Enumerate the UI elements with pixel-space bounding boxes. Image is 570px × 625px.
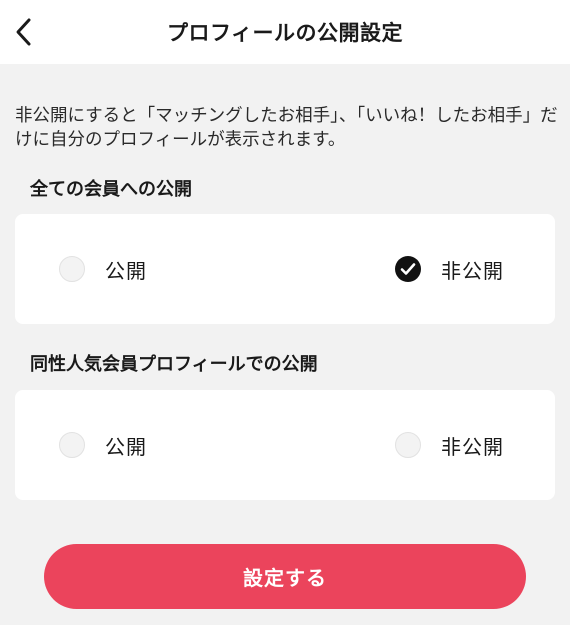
radio-unchecked-icon[interactable] [59,256,85,282]
option-public-same-sex-popular[interactable]: 公開 [59,390,147,500]
submit-settings-button[interactable]: 設定する [44,544,526,609]
option-label: 非公開 [441,258,504,283]
section-title-all-members: 全ての会員への公開 [30,179,192,200]
radio-unchecked-icon[interactable] [395,432,421,458]
option-private-all-members[interactable]: 非公開 [395,214,504,324]
header: プロフィールの公開設定 [0,0,570,64]
checkmark-icon [400,263,416,275]
option-public-all-members[interactable]: 公開 [59,214,147,324]
option-private-same-sex-popular[interactable]: 非公開 [395,390,504,500]
page-title: プロフィールの公開設定 [166,21,404,45]
visibility-card-all-members: 公開 非公開 [15,214,555,324]
option-label: 公開 [105,434,147,459]
option-label: 公開 [105,258,147,283]
option-label: 非公開 [441,434,504,459]
visibility-card-same-sex-popular: 公開 非公開 [15,390,555,500]
radio-unchecked-icon[interactable] [59,432,85,458]
radio-checked-icon[interactable] [395,256,421,282]
description-text: 非公開にすると「マッチングしたお相手」、「いいね！したお相手」だけに自分のプロフ… [15,106,558,150]
section-title-same-sex-popular: 同性人気会員プロフィールでの公開 [30,354,318,375]
